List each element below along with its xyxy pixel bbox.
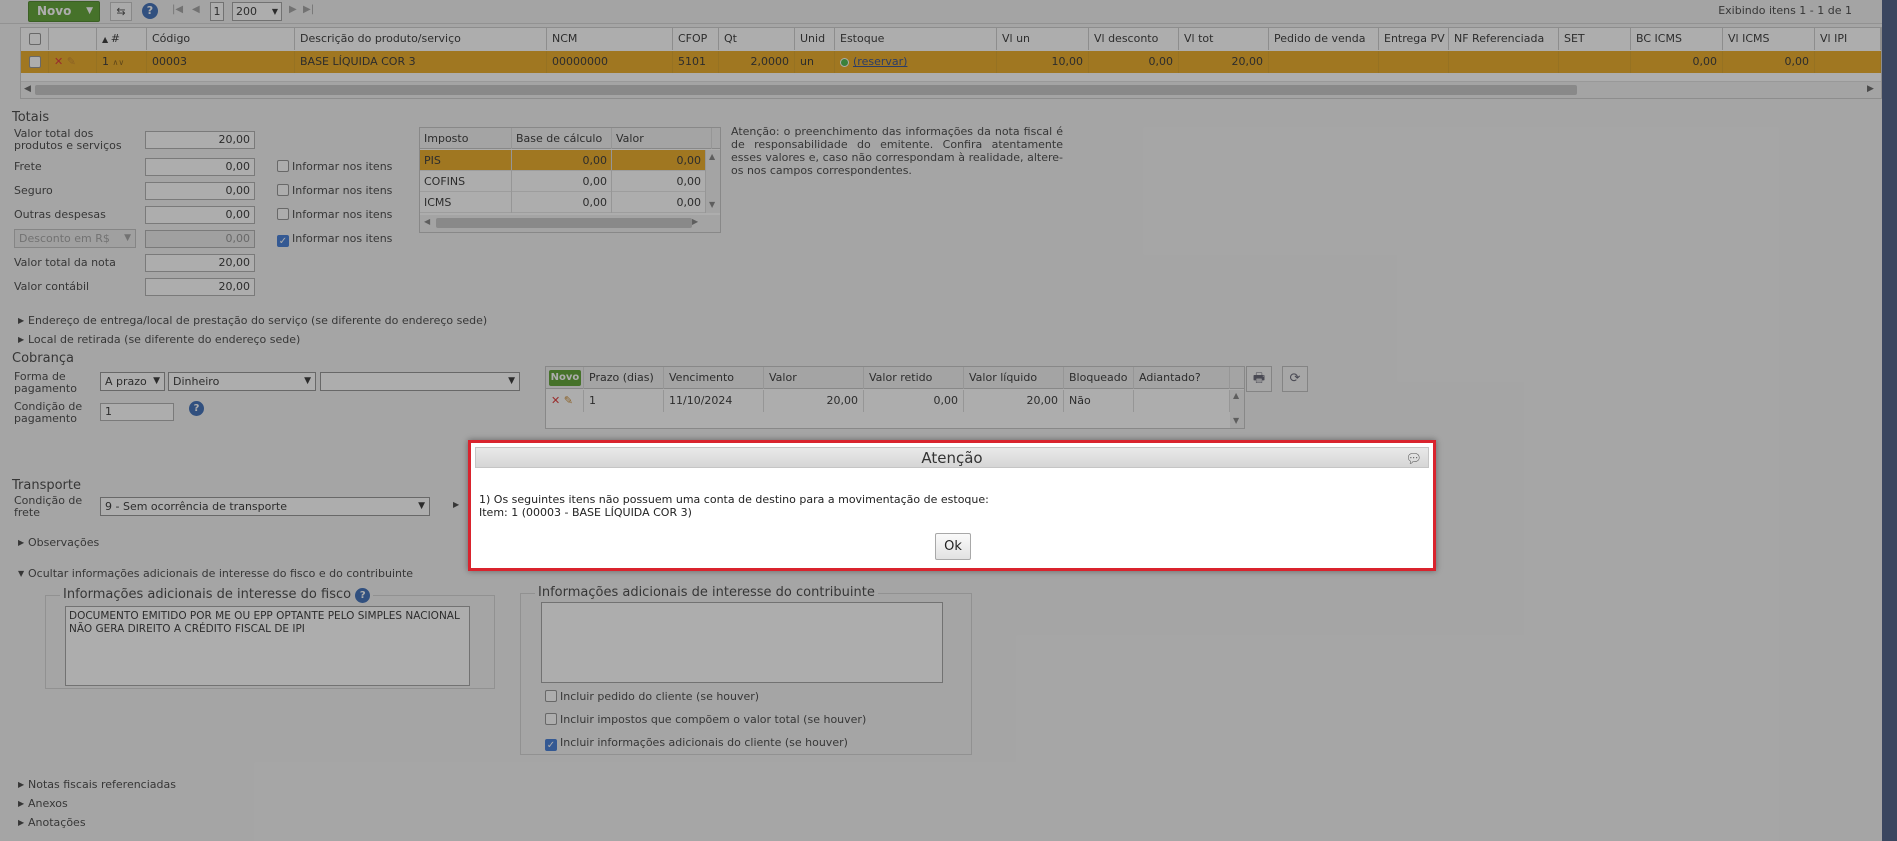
attention-dialog: Atenção 💬︎ 1) Os seguintes itens não pos… [468,440,1436,571]
dialog-titlebar: Atenção 💬︎ [475,447,1429,468]
comment-icon[interactable]: 💬︎ [1405,450,1422,470]
dialog-message-line: 1) Os seguintes itens não possuem uma co… [479,493,989,506]
ok-button[interactable]: Ok [935,533,971,560]
modal-backdrop [0,0,1897,841]
dialog-title: Atenção [921,449,983,467]
dialog-message: 1) Os seguintes itens não possuem uma co… [479,493,989,519]
dialog-message-line: Item: 1 (00003 - BASE LÍQUIDA COR 3) [479,506,692,519]
